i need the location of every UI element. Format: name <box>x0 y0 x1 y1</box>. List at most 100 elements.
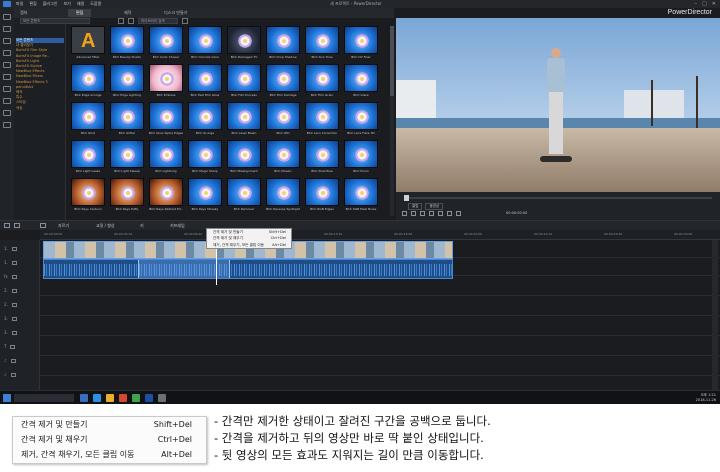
track-lock-icon[interactable] <box>11 275 17 279</box>
track-lock-icon[interactable] <box>11 261 17 265</box>
prev-frame-icon[interactable] <box>420 211 425 216</box>
volume-icon[interactable] <box>456 211 461 216</box>
effect-tile[interactable]: BCC Rays Puffy <box>109 178 145 216</box>
effect-tile[interactable]: BCC Drop Shadow <box>265 26 301 64</box>
track-lock-icon[interactable] <box>10 345 16 349</box>
pip-room-icon[interactable] <box>3 38 11 44</box>
effect-tile[interactable]: BCC Grunge <box>187 102 223 140</box>
effect-tile[interactable]: BCC Lens Correction <box>304 102 340 140</box>
effect-tile[interactable]: BCC Misalignment <box>226 140 262 178</box>
task-view-icon[interactable] <box>80 394 88 402</box>
effect-tile[interactable]: BCC DV Fixer <box>343 26 379 64</box>
track-header[interactable]: 2. <box>4 302 17 307</box>
chapter-icon[interactable] <box>3 110 11 116</box>
category-item[interactable]: 색상 <box>16 106 64 111</box>
effect-tile[interactable]: BCC Prism <box>343 140 379 178</box>
effect-tile[interactable]: BCC Colorize Glow <box>187 26 223 64</box>
effect-tile[interactable]: BCC Color Choser <box>148 26 184 64</box>
taskbar-clock[interactable]: 오후 1:21 2018-11-26 <box>696 393 716 402</box>
menu-play[interactable]: 재생 <box>77 1 84 7</box>
menu-edit[interactable]: 편집 <box>29 1 36 7</box>
voiceover-icon[interactable] <box>3 98 11 104</box>
toolbar-keyframe[interactable]: 키프레임 <box>170 223 185 229</box>
track-lane[interactable] <box>40 318 720 336</box>
app-icon[interactable] <box>132 394 140 402</box>
stop-icon[interactable] <box>411 211 416 216</box>
track-header[interactable]: 3. <box>4 316 17 321</box>
toolbar-fix-enhance[interactable]: 교정 / 향상 <box>96 223 115 229</box>
track-header[interactable]: fx <box>4 274 17 279</box>
track-lock-icon[interactable] <box>11 289 17 293</box>
start-icon[interactable] <box>3 394 11 402</box>
close-icon[interactable]: ✕ <box>712 1 716 7</box>
track-header[interactable]: ♪ <box>4 372 16 377</box>
effect-tile[interactable]: BCC LED <box>265 102 301 140</box>
mode-clip[interactable]: 클립 <box>408 203 423 210</box>
timeline-scrollbar[interactable] <box>712 240 718 390</box>
explorer-icon[interactable] <box>106 394 114 402</box>
tab-capture[interactable]: 캡처 <box>20 10 27 16</box>
tab-produce[interactable]: 제작 <box>124 10 131 16</box>
effect-tile[interactable]: BCC Rays Cartoon <box>70 178 106 216</box>
play-icon[interactable] <box>402 211 407 216</box>
menu-file[interactable]: 파일 <box>16 1 23 7</box>
effect-tile[interactable]: BCC Duo Tone <box>304 26 340 64</box>
fast-forward-icon[interactable] <box>438 211 443 216</box>
next-frame-icon[interactable] <box>429 211 434 216</box>
edge-icon[interactable] <box>93 394 101 402</box>
menu-view[interactable]: 보기 <box>63 1 70 7</box>
taskbar-search[interactable] <box>14 394 74 402</box>
track-lock-icon[interactable] <box>10 373 16 377</box>
tools-icon[interactable] <box>40 223 46 228</box>
track-lock-icon[interactable] <box>11 303 17 307</box>
effect-tile[interactable]: BCC Pixel Rise <box>304 140 340 178</box>
effect-tile[interactable]: BCC Damaged TV <box>226 26 262 64</box>
tab-edit[interactable]: 편집 <box>68 9 92 17</box>
maximize-icon[interactable]: □ <box>702 1 707 7</box>
effect-tile[interactable]: BCC Glow Alpha Edges <box>148 102 184 140</box>
track-lane[interactable] <box>40 338 720 356</box>
track-lane[interactable] <box>40 298 720 316</box>
library-search-input[interactable]: 라이브러리 검색 <box>138 18 178 24</box>
effect-tile[interactable]: BCC Beauty Studio <box>109 26 145 64</box>
seek-handle[interactable] <box>404 195 409 201</box>
particle-room-icon[interactable] <box>3 50 11 56</box>
track-header[interactable]: 3. <box>4 330 17 335</box>
toolbar-key[interactable]: 키 <box>140 223 144 229</box>
subtitle-icon[interactable] <box>3 122 11 128</box>
track-lock-icon[interactable] <box>10 359 16 363</box>
effect-tile[interactable]: BCC Glint <box>70 102 106 140</box>
menu-item-remove-fill-move-all[interactable]: 제거, 간격 채우기, 모든 클립 이동 Alt+Del <box>207 242 291 248</box>
effect-tile[interactable]: BCC Film Damage <box>265 64 301 102</box>
effect-tile[interactable]: BCC Mosaic <box>265 140 301 178</box>
effect-tile[interactable]: BCC Rays Streaky <box>187 178 223 216</box>
import-icon[interactable] <box>118 18 124 24</box>
track-header[interactable]: 2. <box>4 288 17 293</box>
effects-scrollbar[interactable] <box>390 26 394 216</box>
track-header[interactable]: 1. <box>4 246 17 251</box>
preview-window[interactable] <box>396 18 720 192</box>
effect-tile[interactable]: BCC Rays Radiant Ed.. <box>148 178 184 216</box>
minimize-icon[interactable]: – <box>695 1 698 7</box>
timeline-view-icon[interactable] <box>4 223 10 228</box>
track-header[interactable]: T <box>4 344 16 349</box>
audio-mixing-icon[interactable] <box>3 86 11 92</box>
snapshot-icon[interactable] <box>447 211 452 216</box>
effect-tile[interactable]: BCC Film Grain <box>304 64 340 102</box>
media-room-icon[interactable] <box>3 14 11 20</box>
effect-tile[interactable]: BCC Light Sweep <box>109 140 145 178</box>
effect-tile[interactable]: BCC Light Leaks <box>70 140 106 178</box>
storyboard-view-icon[interactable] <box>14 223 20 228</box>
powerdirector-icon[interactable] <box>145 394 153 402</box>
track-lane[interactable] <box>40 278 720 296</box>
category-dropdown[interactable]: 모든 콘텐츠 <box>20 18 90 24</box>
effect-tile[interactable]: A Advanced Filter <box>70 26 106 64</box>
track-lock-icon[interactable] <box>11 331 17 335</box>
audio-clip[interactable] <box>43 259 453 279</box>
fx-room-icon[interactable] <box>3 26 11 32</box>
store-icon[interactable] <box>119 394 127 402</box>
title-room-icon[interactable] <box>3 62 11 68</box>
effect-tile[interactable]: BCC Magic Sharp <box>187 140 223 178</box>
effect-tile[interactable]: BCC Laser Beam <box>226 102 262 140</box>
menu-plugins[interactable]: 플러그인 <box>43 1 58 7</box>
